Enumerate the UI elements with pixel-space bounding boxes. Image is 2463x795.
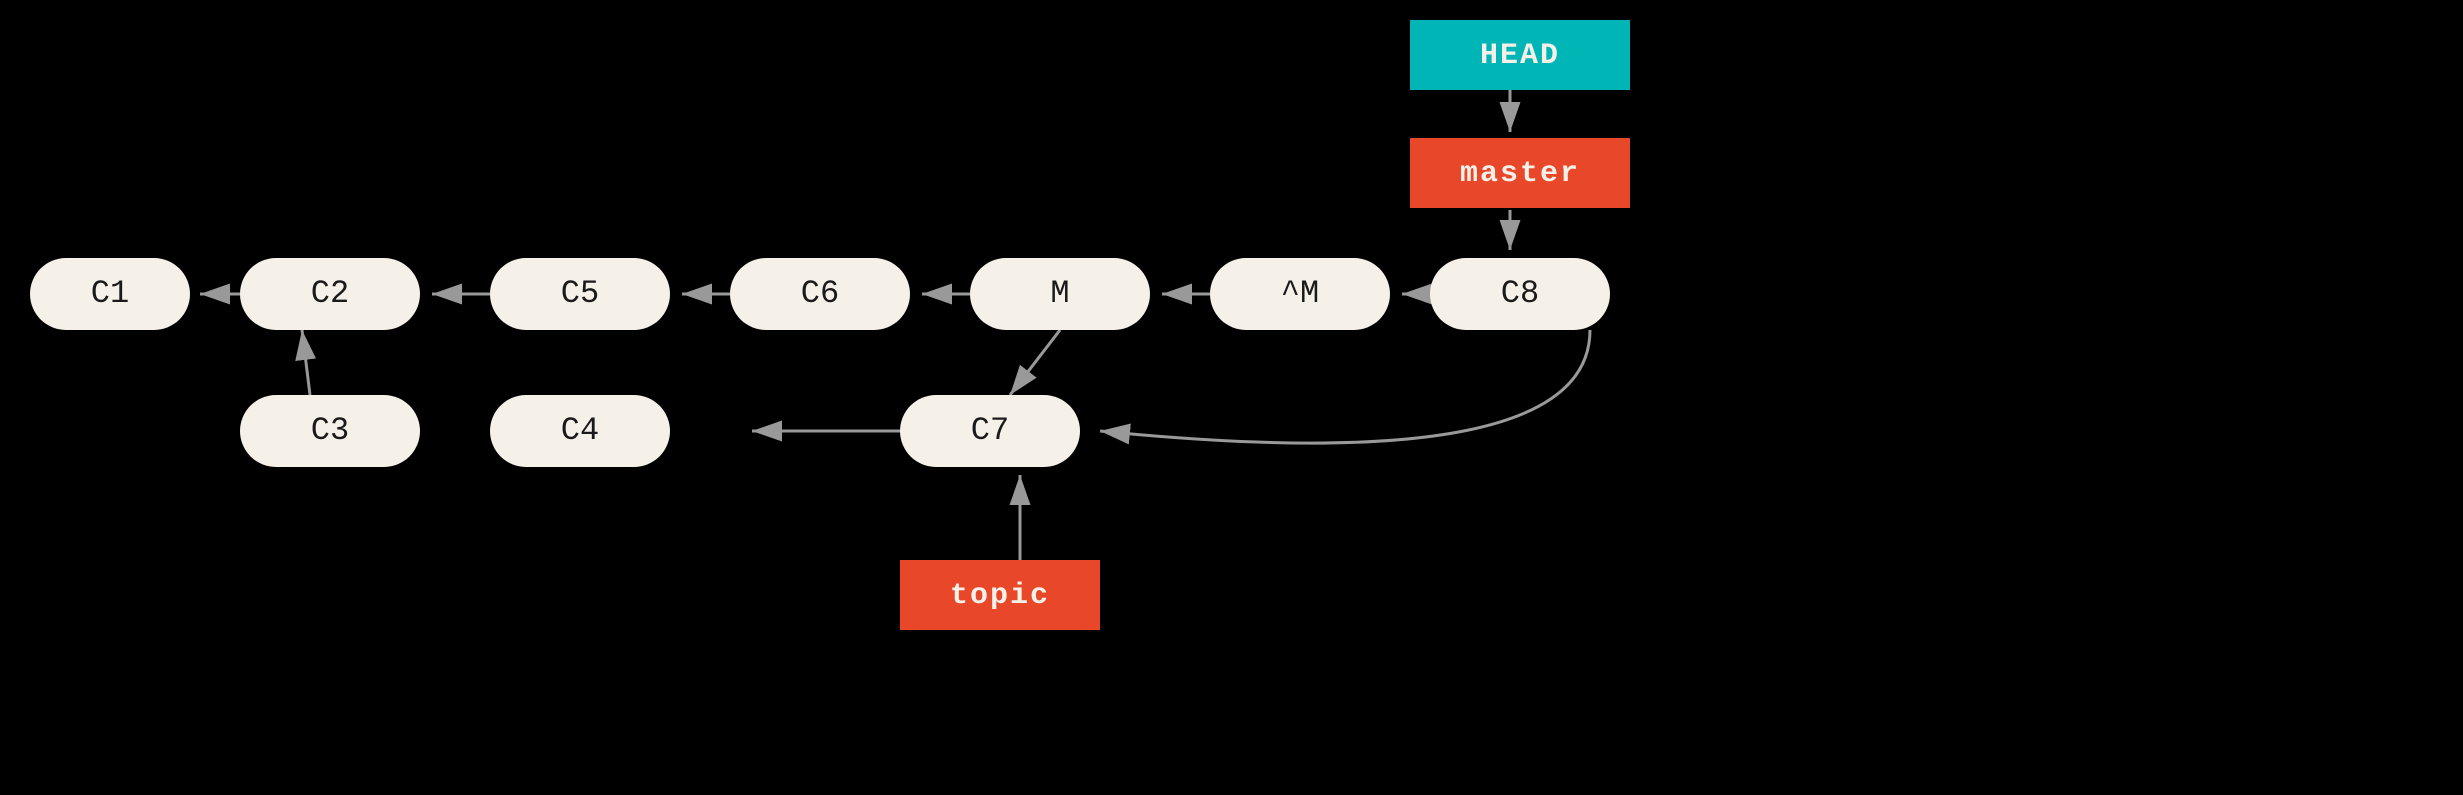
node-c7-label: C7 [971,412,1009,449]
node-c8-label: C8 [1501,275,1539,312]
head-label: HEAD [1480,39,1560,73]
arrow-c3-c2 [302,330,310,395]
arrow-c8-c7 [1100,330,1590,443]
node-c1-label: C1 [91,275,129,312]
topic-label: topic [950,579,1050,613]
node-c5-label: C5 [561,275,599,312]
node-c6-label: C6 [801,275,839,312]
node-cm-label: ^M [1281,275,1319,312]
master-label: master [1460,157,1580,191]
node-c2-label: C2 [311,275,349,312]
node-c4-label: C4 [561,412,599,449]
diagram-container: C1 C2 C5 C6 M ^M C8 C3 C4 C7 HEAD [0,0,2463,795]
node-c3-label: C3 [311,412,349,449]
node-m-label: M [1050,275,1069,312]
arrow-m-c7 [1010,330,1060,395]
diagram-svg: C1 C2 C5 C6 M ^M C8 C3 C4 C7 HEAD [0,0,2463,795]
